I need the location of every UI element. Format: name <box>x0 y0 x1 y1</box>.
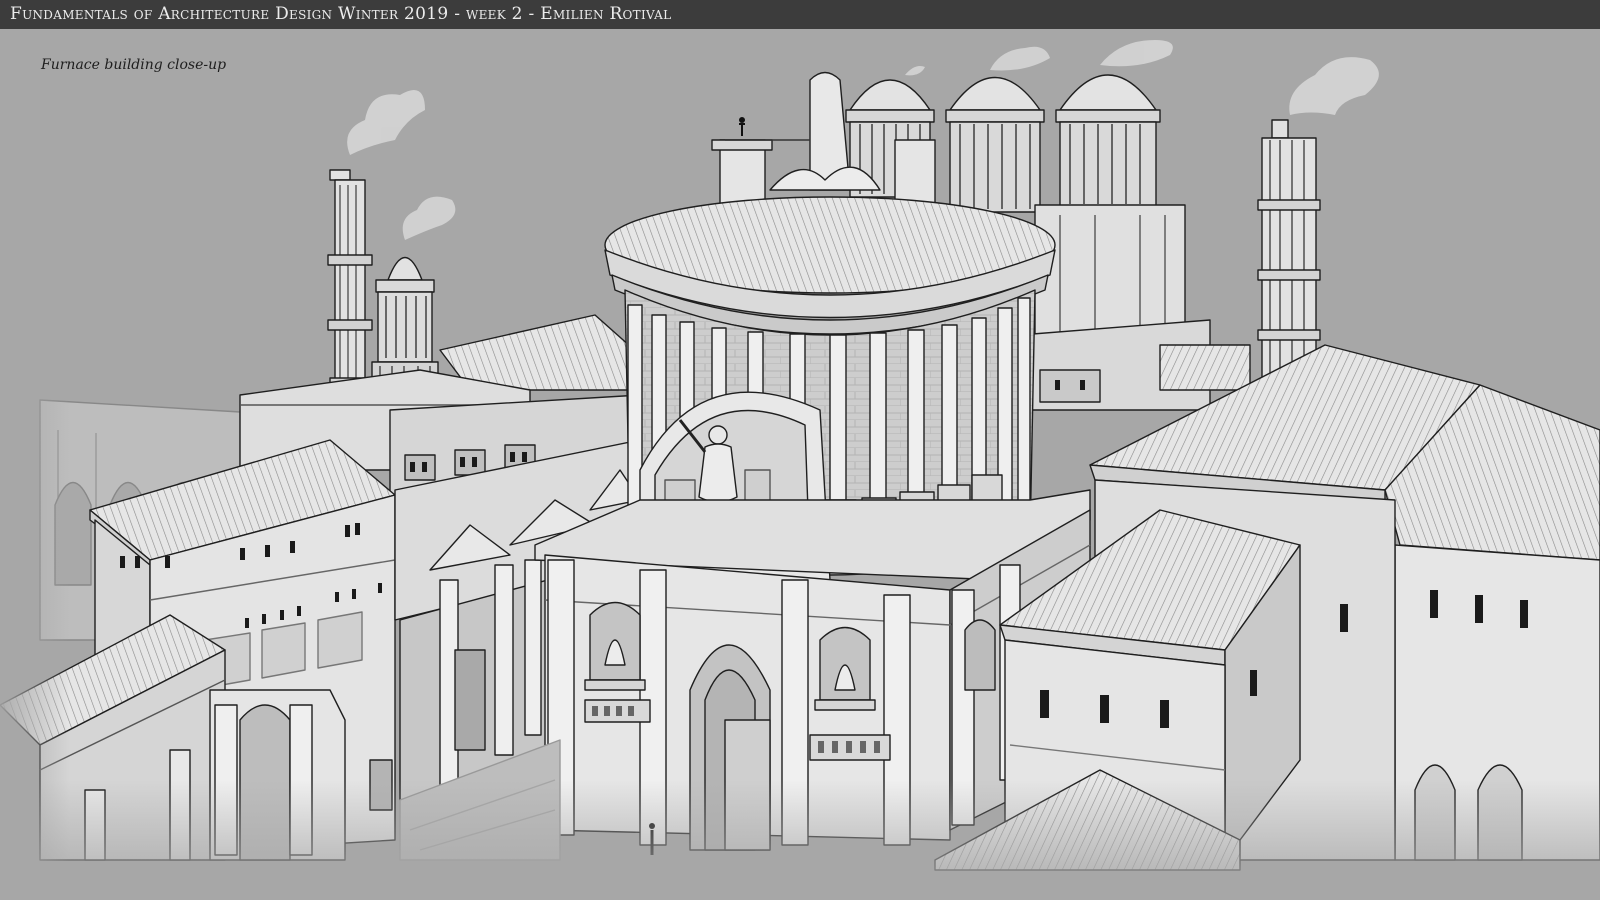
title-text: Fundamentals of Architecture Design Wint… <box>10 4 672 24</box>
left-chimney <box>327 169 373 411</box>
title-bar: Fundamentals of Architecture Design Wint… <box>0 0 1600 29</box>
right-chimney <box>1257 119 1321 379</box>
architecture-illustration <box>0 40 1600 900</box>
